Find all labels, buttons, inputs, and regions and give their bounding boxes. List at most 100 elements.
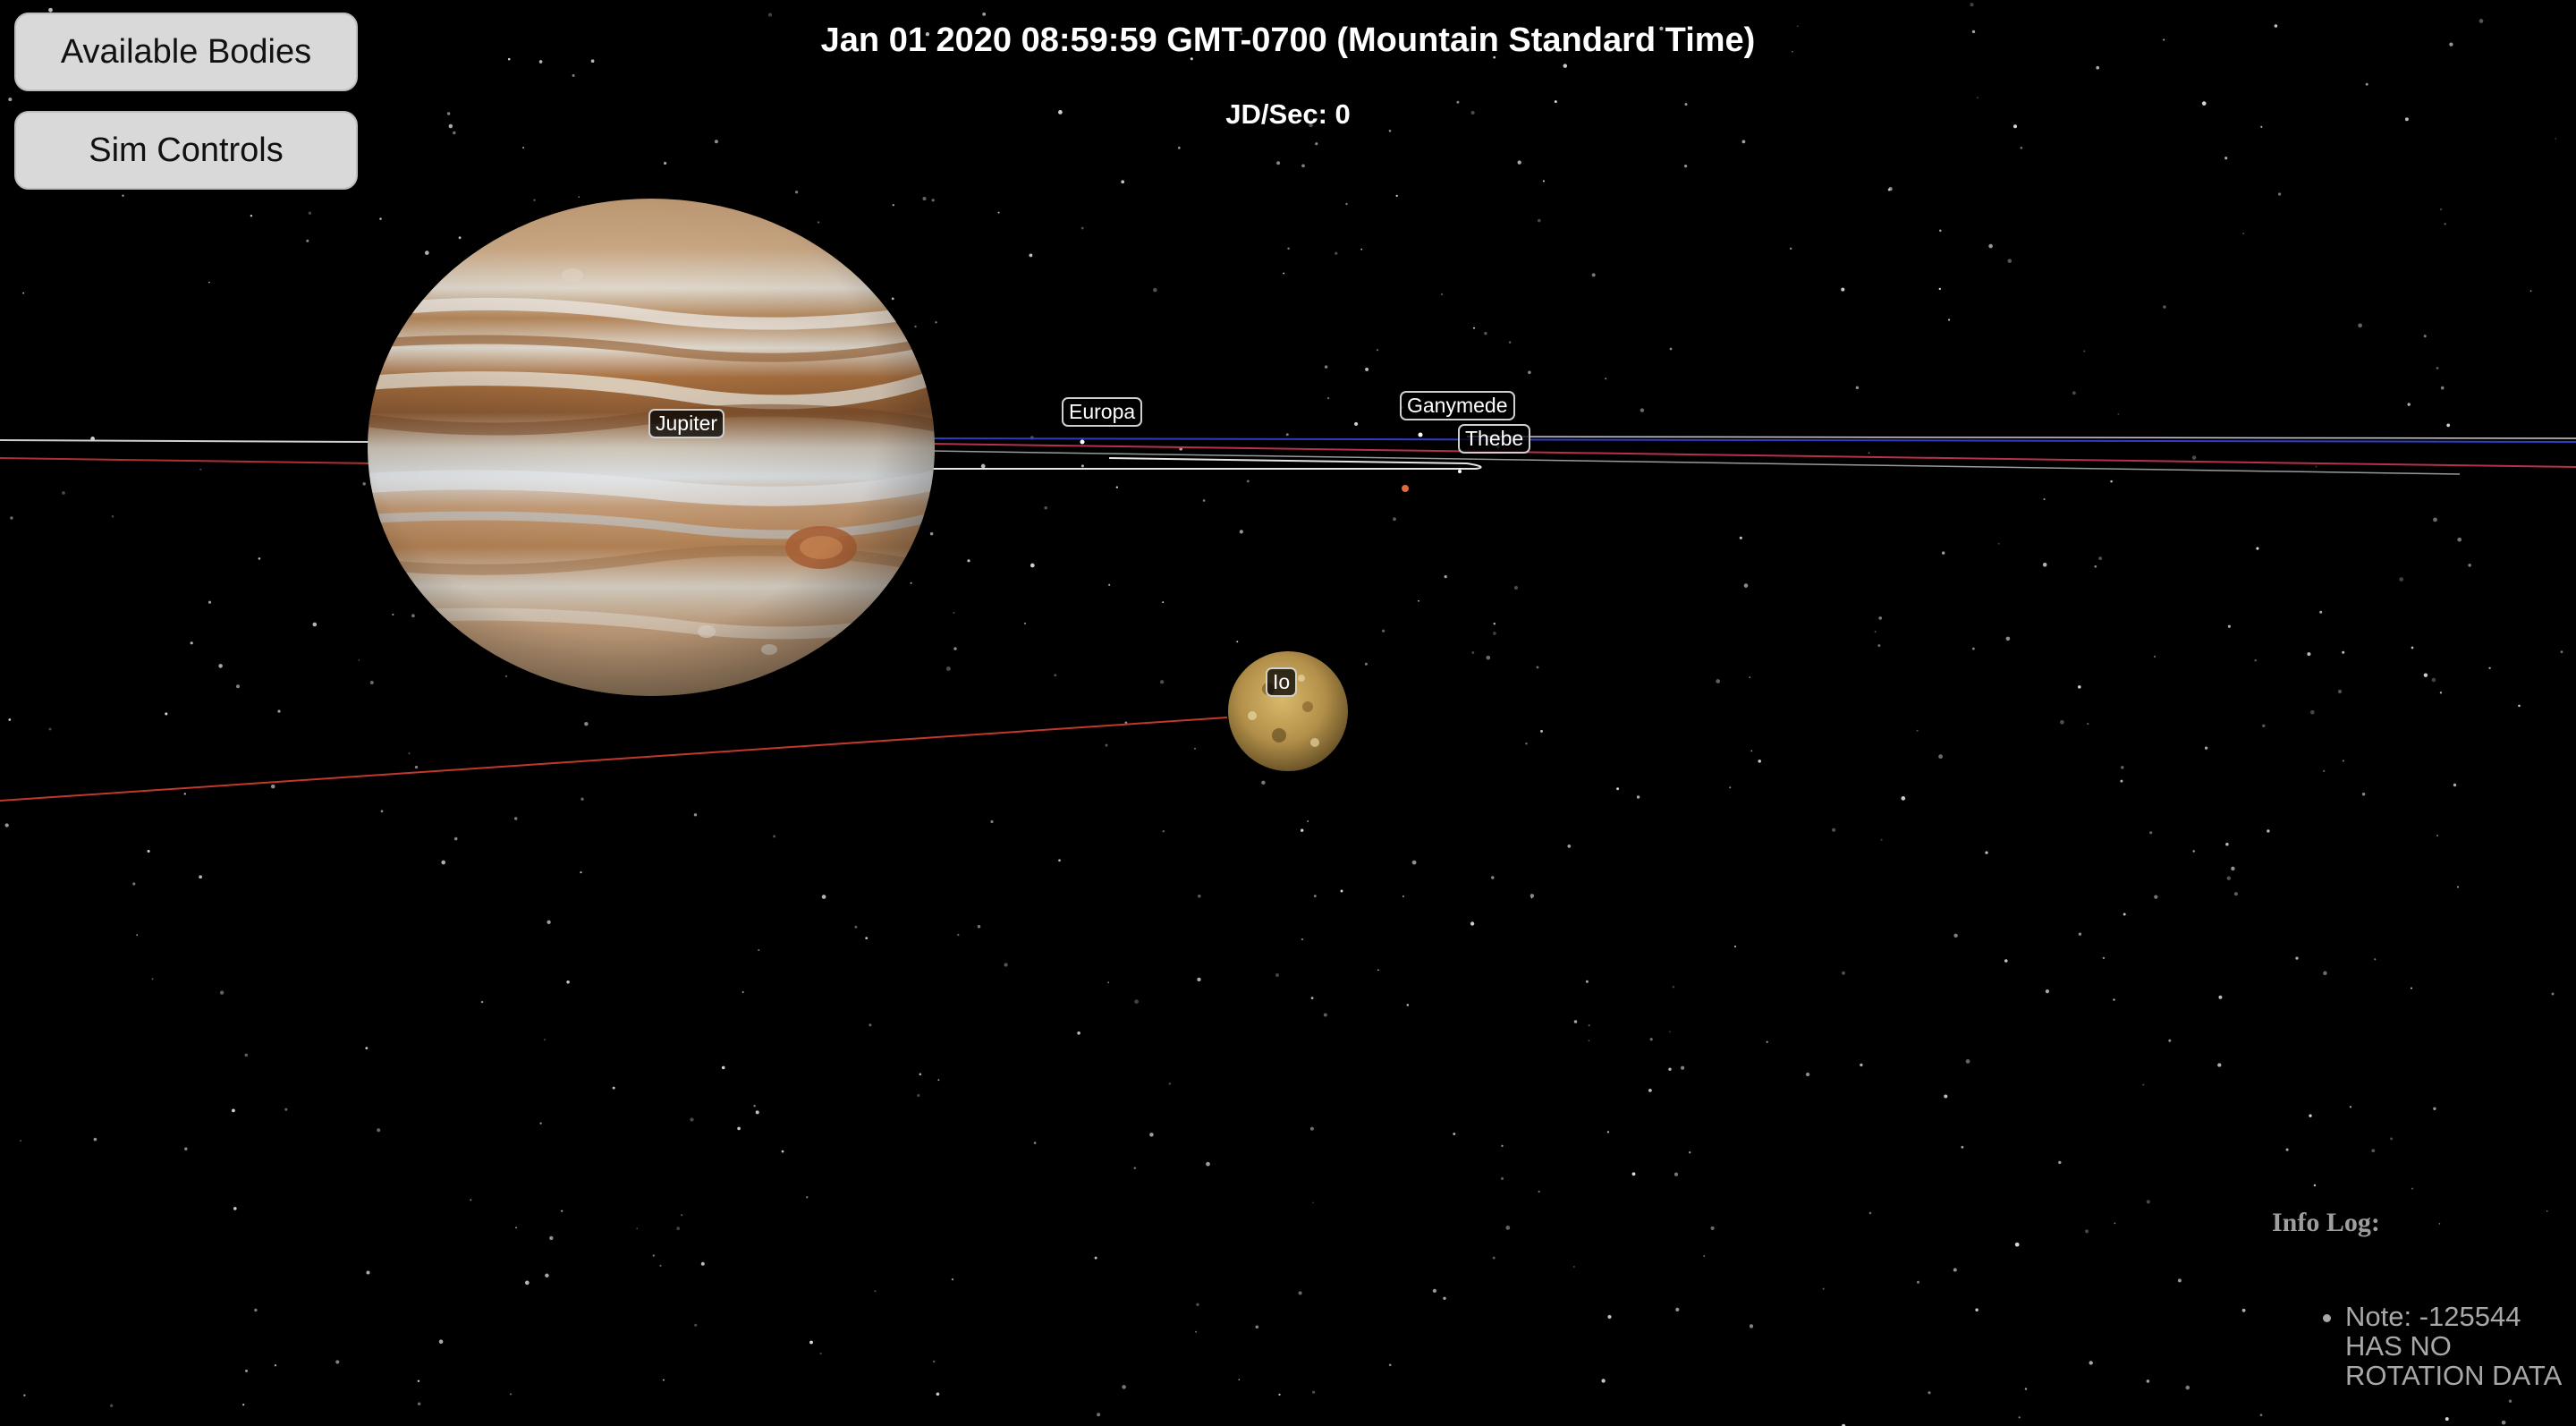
star — [1105, 743, 1108, 747]
star — [1514, 586, 1518, 590]
star — [2072, 391, 2076, 395]
star — [1538, 218, 1541, 223]
star — [2262, 724, 2266, 727]
star — [111, 514, 114, 518]
star — [48, 727, 52, 731]
star — [2411, 1187, 2413, 1190]
star — [2457, 886, 2459, 888]
star — [547, 920, 551, 924]
star — [2319, 610, 2323, 614]
star — [869, 1023, 872, 1027]
star — [578, 196, 580, 199]
star — [165, 712, 168, 716]
star — [1115, 486, 1118, 488]
info-log-entry: Note: -125544 HAS NO ROTATION DATA — [2345, 1302, 2565, 1390]
star — [2168, 1039, 2172, 1042]
star — [2323, 769, 2326, 772]
star — [1406, 1004, 1410, 1006]
star — [1703, 1254, 1706, 1258]
star — [1443, 1296, 1446, 1300]
star — [694, 1323, 698, 1327]
star — [1335, 251, 1338, 255]
star — [1440, 293, 1444, 296]
star — [1108, 583, 1111, 586]
star — [2309, 1114, 2312, 1117]
star — [1153, 287, 1157, 293]
star — [245, 1369, 248, 1372]
star — [584, 721, 589, 726]
star — [2365, 82, 2368, 86]
star — [1310, 997, 1314, 999]
ganymede-dot — [1418, 432, 1423, 437]
star — [929, 531, 934, 536]
star — [2433, 517, 2437, 522]
star — [208, 600, 212, 604]
star — [199, 875, 202, 879]
star — [1395, 194, 1398, 198]
star — [1766, 1040, 1768, 1043]
star — [232, 1108, 235, 1113]
simulation-viewport[interactable]: Available Bodies Sim Controls Jan 01 202… — [0, 0, 2576, 1426]
star — [1877, 644, 1881, 648]
star — [1261, 780, 1266, 785]
star — [414, 765, 419, 769]
space-canvas[interactable] — [0, 0, 2576, 1426]
star — [20, 1140, 21, 1142]
label-ganymede[interactable]: Ganymede — [1400, 391, 1515, 420]
star — [1741, 140, 1746, 144]
star — [392, 613, 394, 616]
star — [2177, 1278, 2182, 1283]
star — [2438, 1223, 2441, 1225]
star — [1121, 180, 1125, 184]
star — [1941, 551, 1945, 555]
star — [48, 7, 53, 13]
star — [545, 1273, 549, 1278]
star — [1716, 679, 1721, 683]
star — [411, 614, 415, 618]
star — [1530, 896, 1533, 899]
star — [1939, 229, 1942, 233]
jupiter-planet[interactable] — [367, 199, 939, 696]
star — [1750, 750, 1753, 752]
info-log-panel[interactable]: Note: -125544 HAS NO ROTATION DATA — [2315, 1302, 2565, 1407]
star — [580, 871, 582, 874]
label-thebe[interactable]: Thebe — [1458, 424, 1531, 454]
star — [549, 1235, 554, 1241]
star — [62, 491, 65, 495]
star — [980, 463, 986, 469]
red-moon-dot — [1402, 485, 1409, 492]
star — [681, 1214, 683, 1217]
star — [538, 60, 543, 64]
label-europa[interactable]: Europa — [1062, 397, 1143, 427]
star — [819, 1352, 822, 1355]
label-jupiter[interactable]: Jupiter — [648, 409, 725, 438]
star — [1601, 1379, 1606, 1383]
star — [1471, 651, 1475, 654]
star — [1194, 1330, 1198, 1333]
star — [2307, 652, 2311, 657]
star — [362, 482, 366, 486]
star — [936, 1392, 940, 1396]
star — [505, 675, 507, 677]
star — [2529, 290, 2532, 293]
label-io[interactable]: Io — [1266, 667, 1298, 697]
star — [1196, 1303, 1199, 1306]
star — [2446, 423, 2451, 428]
star — [1029, 253, 1033, 258]
star — [2014, 1242, 2020, 1247]
star — [1842, 971, 1845, 975]
star — [2217, 1063, 2222, 1067]
star — [821, 895, 826, 899]
star — [2018, 1416, 2021, 1419]
star — [1134, 999, 1139, 1004]
star — [1733, 945, 1737, 948]
star — [1536, 666, 1539, 669]
star — [914, 325, 917, 328]
star — [781, 1150, 784, 1153]
star — [22, 292, 25, 294]
star — [2411, 646, 2414, 649]
star — [1058, 859, 1061, 862]
star — [892, 204, 894, 207]
star — [1315, 142, 1318, 146]
star — [2371, 1149, 2376, 1153]
